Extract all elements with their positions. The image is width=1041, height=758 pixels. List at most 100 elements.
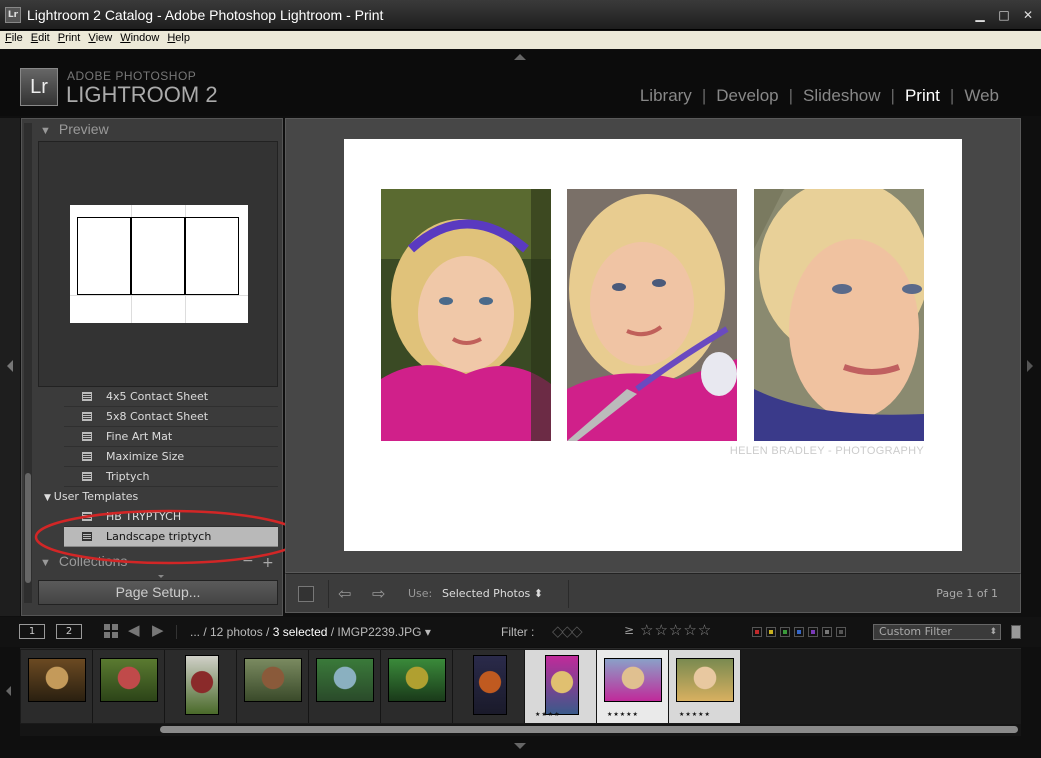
template-item[interactable]: Landscape triptych <box>64 527 278 547</box>
filmstrip-scrollbar[interactable] <box>20 724 1021 736</box>
color-label-swatch[interactable] <box>752 627 762 637</box>
template-list-icon <box>82 412 92 421</box>
preview-cell <box>77 217 131 295</box>
template-item[interactable]: 5x8 Contact Sheet <box>64 407 278 427</box>
divider <box>176 625 177 639</box>
thumbnail-image <box>545 655 579 715</box>
menu-item[interactable]: Window <box>115 31 162 44</box>
collections-title: Collections <box>58 553 128 569</box>
filmstrip-thumbnail[interactable]: ★★★★★ <box>669 650 741 723</box>
path-selected-count: 3 selected <box>272 625 328 639</box>
module-slideshow[interactable]: Slideshow <box>801 86 883 106</box>
template-item[interactable]: 4x5 Contact Sheet <box>64 391 278 407</box>
filmstrip-thumbnail[interactable] <box>237 650 309 723</box>
module-library[interactable]: Library <box>638 86 694 106</box>
filmstrip-thumbnail[interactable] <box>93 650 165 723</box>
filmstrip-thumbnail[interactable] <box>165 650 237 723</box>
disclosure-triangle-icon[interactable]: ▼ <box>40 125 51 137</box>
left-panel-scroll-thumb[interactable] <box>25 473 31 583</box>
preview-header[interactable]: ▼ Preview <box>40 121 109 137</box>
left-panel-scrollbar[interactable] <box>24 123 32 603</box>
menu-item[interactable]: File <box>0 31 26 44</box>
template-list-icon <box>82 432 92 441</box>
use-selector[interactable]: Selected Photos ⬍ <box>442 587 543 600</box>
menu-item-label: dit <box>38 32 50 44</box>
identity-watermark[interactable]: HELEN BRADLEY - PHOTOGRAPHY <box>730 445 924 457</box>
template-label: Maximize Size <box>106 450 185 463</box>
back-arrow-icon[interactable]: ◀ <box>128 621 140 639</box>
filmstrip-thumbnail[interactable] <box>21 650 93 723</box>
brand-line-1: ADOBE PHOTOSHOP <box>67 69 197 83</box>
collections-header[interactable]: ▼ Collections <box>40 553 127 569</box>
module-develop[interactable]: Develop <box>714 86 780 106</box>
color-label-swatch[interactable] <box>822 627 832 637</box>
photo-cell-1[interactable] <box>381 189 551 441</box>
template-item[interactable]: Triptych <box>64 467 278 487</box>
menu-item[interactable]: View <box>83 31 115 44</box>
top-panel-toggle-icon[interactable] <box>514 54 526 60</box>
flag-filter-icons[interactable]: ◇◇◇ <box>552 622 583 640</box>
left-panel-edge[interactable] <box>0 118 20 616</box>
panel-collapse-icon[interactable] <box>158 575 164 578</box>
menu-item[interactable]: Print <box>53 31 84 44</box>
preview-title: Preview <box>58 121 109 137</box>
disclosure-triangle-icon[interactable]: ▼ <box>44 493 54 503</box>
filmstrip-thumbnail[interactable] <box>453 650 525 723</box>
right-panel-edge[interactable] <box>1021 118 1041 616</box>
color-label-swatch[interactable] <box>836 627 846 637</box>
thumbnail-image <box>244 658 302 702</box>
color-dot-icon <box>797 630 801 634</box>
remove-collection-button[interactable]: − <box>242 553 254 569</box>
menu-item[interactable]: Edit <box>26 31 53 44</box>
filmstrip-thumbnail[interactable] <box>381 650 453 723</box>
color-label-swatch[interactable] <box>766 627 776 637</box>
arrow-right-icon[interactable]: ⇨ <box>372 584 385 603</box>
print-page: HELEN BRADLEY - PHOTOGRAPHY <box>344 139 962 551</box>
page-setup-button[interactable]: Page Setup... <box>38 580 278 605</box>
filter-lock-icon[interactable] <box>1011 625 1021 639</box>
preview-cell <box>131 217 185 295</box>
expand-right-icon[interactable] <box>1027 360 1033 372</box>
filmstrip-source-path[interactable]: ... / 12 photos / 3 selected / IMGP2239.… <box>190 625 431 639</box>
disclosure-triangle-icon[interactable]: ▼ <box>40 557 51 569</box>
filmstrip-scroll-thumb[interactable] <box>160 726 1018 733</box>
filmstrip-thumbnail[interactable]: ★★★★★ <box>597 650 669 723</box>
custom-filter-dropdown[interactable]: Custom Filter ⬍ <box>873 624 1001 640</box>
photo-cell-2[interactable] <box>567 189 737 441</box>
app-icon: Lr <box>5 7 21 23</box>
bottom-panel-toggle-icon[interactable] <box>514 743 526 749</box>
star-rating-filter[interactable]: ☆☆☆☆☆ <box>640 621 712 639</box>
menu-item[interactable]: Help <box>162 31 193 44</box>
maximize-icon[interactable]: □ <box>997 8 1011 22</box>
add-collection-button[interactable]: + <box>262 555 274 571</box>
window-controls: ▁ □ ✕ <box>973 8 1035 22</box>
girl-photo-1 <box>381 189 551 441</box>
rating-operator[interactable]: ≥ <box>624 623 634 637</box>
forward-arrow-icon[interactable]: ▶ <box>152 621 164 639</box>
module-web[interactable]: Web <box>962 86 1001 106</box>
grid-view-icon[interactable] <box>104 624 118 638</box>
menu-item-label: ile <box>11 32 23 44</box>
collapse-left-icon[interactable] <box>7 360 13 372</box>
color-label-swatch[interactable] <box>780 627 790 637</box>
arrow-left-icon[interactable]: ⇦ <box>338 584 351 603</box>
user-templates-folder[interactable]: ▼ User Templates <box>44 487 278 507</box>
template-item[interactable]: HB TRYPTYCH <box>64 507 278 527</box>
updown-arrows-icon: ⬍ <box>533 587 544 600</box>
template-item[interactable]: Fine Art Mat <box>64 427 278 447</box>
select-all-checkbox[interactable] <box>298 586 314 602</box>
template-list-icon <box>82 452 92 461</box>
title-bar: Lr Lightroom 2 Catalog - Adobe Photoshop… <box>0 0 1041 30</box>
minimize-icon[interactable]: ▁ <box>973 8 987 22</box>
filmstrip-thumbnail[interactable] <box>309 650 381 723</box>
color-label-swatch[interactable] <box>794 627 804 637</box>
collapse-left-icon[interactable] <box>6 686 11 696</box>
filmstrip-thumbnail[interactable]: ★★★★ <box>525 650 597 723</box>
close-icon[interactable]: ✕ <box>1021 8 1035 22</box>
photo-cell-3[interactable] <box>754 189 924 441</box>
color-label-swatch[interactable] <box>808 627 818 637</box>
secondary-window-button[interactable]: 2 <box>56 624 82 639</box>
module-print[interactable]: Print <box>903 86 942 106</box>
primary-window-button[interactable]: 1 <box>19 624 45 639</box>
template-item[interactable]: Maximize Size <box>64 447 278 467</box>
